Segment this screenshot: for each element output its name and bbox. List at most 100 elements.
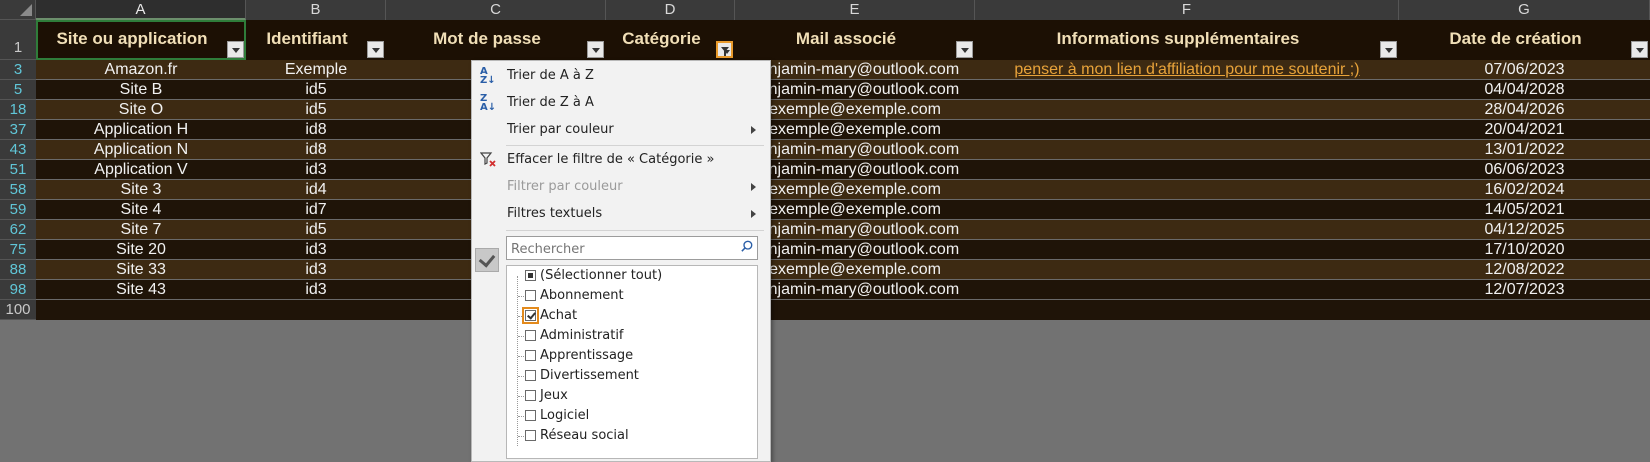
cell-mail[interactable]: benjamin-mary@outlook.com xyxy=(735,160,975,179)
cell-site[interactable]: Site B xyxy=(36,80,246,99)
table-row[interactable]: Amazon.fr Exemple X benjamin-mary@outloo… xyxy=(36,60,1650,80)
filter-dropdown-button-date[interactable] xyxy=(1631,41,1648,58)
cell-site[interactable]: Amazon.fr xyxy=(36,60,246,79)
row-number[interactable]: 58 xyxy=(0,180,36,200)
cell-date[interactable]: 07/06/2023 xyxy=(1399,60,1650,79)
cell-mail[interactable]: exemple@exemple.com xyxy=(735,200,975,219)
row-number[interactable]: 62 xyxy=(0,220,36,240)
filter-option-administratif[interactable]: Administratif xyxy=(507,326,757,346)
menu-item-sort-za[interactable]: Z A↓ Trier de Z à A xyxy=(472,90,770,116)
row-number[interactable]: 98 xyxy=(0,280,36,300)
filter-option-apprentissage[interactable]: Apprentissage xyxy=(507,346,757,366)
cell-identifiant[interactable]: id3 xyxy=(246,240,386,259)
row-number[interactable]: 75 xyxy=(0,240,36,260)
cell-date[interactable]: 06/06/2023 xyxy=(1399,160,1650,179)
cell-mail[interactable]: exemple@exemple.com xyxy=(735,100,975,119)
cell-site[interactable]: Site 33 xyxy=(36,260,246,279)
table-row[interactable]: Application H id8 697md exemple@exemple.… xyxy=(36,120,1650,140)
cell-identifiant[interactable]: id3 xyxy=(246,280,386,299)
row-number[interactable]: 88 xyxy=(0,260,36,280)
cell-site[interactable]: Application H xyxy=(36,120,246,139)
menu-item-filter-by-color[interactable]: Filtrer par couleur xyxy=(472,174,770,200)
cell-identifiant[interactable]: Exemple xyxy=(246,60,386,79)
cell-mail[interactable]: benjamin-mary@outlook.com xyxy=(735,220,975,239)
cell-date[interactable]: 04/12/2025 xyxy=(1399,220,1650,239)
row-number[interactable]: 100 xyxy=(0,300,36,320)
filter-option-jeux[interactable]: Jeux xyxy=(507,386,757,406)
filter-dropdown-button-informations[interactable] xyxy=(1380,41,1397,58)
column-letter-g[interactable]: G xyxy=(1399,0,1650,20)
checkbox[interactable] xyxy=(525,350,536,361)
cell-identifiant[interactable]: id5 xyxy=(246,80,386,99)
cell-mail[interactable]: exemple@exemple.com xyxy=(735,260,975,279)
cell-date[interactable]: 14/05/2021 xyxy=(1399,200,1650,219)
cell-date[interactable]: 17/10/2020 xyxy=(1399,240,1650,259)
filter-dropdown-button-mot-de-passe[interactable] xyxy=(587,41,604,58)
filter-dropdown-button-identifiant[interactable] xyxy=(367,41,384,58)
cell-site[interactable]: Application N xyxy=(36,140,246,159)
cell-site[interactable]: Site 43 xyxy=(36,280,246,299)
row-number[interactable]: 43 xyxy=(0,140,36,160)
checkbox[interactable] xyxy=(525,390,536,401)
filter-search-box[interactable] xyxy=(506,236,758,260)
cell-date[interactable]: 28/04/2026 xyxy=(1399,100,1650,119)
row-number[interactable]: 3 xyxy=(0,60,36,80)
table-row[interactable]: Application V id3 351md benjamin-mary@ou… xyxy=(36,160,1650,180)
filter-search-input[interactable] xyxy=(509,239,735,259)
row-number[interactable]: 59 xyxy=(0,200,36,220)
cell-identifiant[interactable]: id8 xyxy=(246,120,386,139)
cell-mail[interactable]: exemple@exemple.com xyxy=(735,180,975,199)
cell-date[interactable]: 16/02/2024 xyxy=(1399,180,1650,199)
cell-identifiant[interactable]: id5 xyxy=(246,100,386,119)
cell-site[interactable]: Site 20 xyxy=(36,240,246,259)
row-number-header[interactable]: 1 xyxy=(0,20,36,60)
table-row[interactable]: Site 7 id5 104md benjamin-mary@outlook.c… xyxy=(36,220,1650,240)
checkbox[interactable] xyxy=(525,410,536,421)
column-letter-b[interactable]: B xyxy=(246,0,386,20)
cell-identifiant[interactable]: id7 xyxy=(246,200,386,219)
cell-mail[interactable]: benjamin-mary@outlook.com xyxy=(735,280,975,299)
cell-site[interactable]: Site 4 xyxy=(36,200,246,219)
checkbox[interactable] xyxy=(525,330,536,341)
cell-identifiant[interactable]: id4 xyxy=(246,180,386,199)
table-row[interactable]: Application N id8 318md benjamin-mary@ou… xyxy=(36,140,1650,160)
filter-option-logiciel[interactable]: Logiciel xyxy=(507,406,757,426)
menu-item-text-filters[interactable]: Filtres textuels xyxy=(472,201,770,227)
row-number[interactable]: 37 xyxy=(0,120,36,140)
menu-item-sort-by-color[interactable]: Trier par couleur xyxy=(472,117,770,143)
row-number[interactable]: 5 xyxy=(0,80,36,100)
cell-date[interactable]: 13/01/2022 xyxy=(1399,140,1650,159)
cell-identifiant[interactable]: id8 xyxy=(246,140,386,159)
checkbox[interactable] xyxy=(522,307,539,324)
checkbox[interactable] xyxy=(525,370,536,381)
cell-identifiant[interactable]: id5 xyxy=(246,220,386,239)
table-row[interactable]: Site O id5 318md exemple@exemple.com 28/… xyxy=(36,100,1650,120)
menu-item-sort-az[interactable]: A Z↓ Trier de A à Z xyxy=(472,63,770,89)
filter-option-abonnement[interactable]: Abonnement xyxy=(507,286,757,306)
select-all-corner[interactable] xyxy=(0,0,36,20)
filter-option-divertissement[interactable]: Divertissement xyxy=(507,366,757,386)
filter-dropdown-button-mail[interactable] xyxy=(956,41,973,58)
filter-option-select-all[interactable]: (Sélectionner tout) xyxy=(507,266,757,286)
column-letter-c[interactable]: C xyxy=(386,0,606,20)
row-number[interactable]: 51 xyxy=(0,160,36,180)
menu-item-clear-filter[interactable]: Effacer le filtre de « Catégorie » xyxy=(472,147,770,173)
column-letter-e[interactable]: E xyxy=(735,0,975,20)
cell-identifiant[interactable]: id3 xyxy=(246,260,386,279)
cell-site[interactable]: Site 3 xyxy=(36,180,246,199)
row-number[interactable]: 18 xyxy=(0,100,36,120)
cell-site[interactable]: Site O xyxy=(36,100,246,119)
table-row[interactable]: Site 4 id7 171md exemple@exemple.com 14/… xyxy=(36,200,1650,220)
checkbox[interactable] xyxy=(525,430,536,441)
cell-mail[interactable]: benjamin-mary@outlook.com xyxy=(735,80,975,99)
table-row[interactable]: Site 33 id3 666md exemple@exemple.com 12… xyxy=(36,260,1650,280)
cell-informations-link[interactable]: penser à mon lien d'affiliation pour me … xyxy=(975,60,1399,79)
table-row[interactable]: Site B id5 519md benjamin-mary@outlook.c… xyxy=(36,80,1650,100)
column-letter-a[interactable]: A xyxy=(36,0,246,20)
filter-option-achat[interactable]: Achat xyxy=(507,306,757,326)
cell-date[interactable]: 12/08/2022 xyxy=(1399,260,1650,279)
cell-site[interactable]: Site 7 xyxy=(36,220,246,239)
filter-option-reseau-social[interactable]: Réseau social xyxy=(507,426,757,446)
cell-mail[interactable]: exemple@exemple.com xyxy=(735,120,975,139)
table-row[interactable]: Site 43 id3 501md benjamin-mary@outlook.… xyxy=(36,280,1650,300)
